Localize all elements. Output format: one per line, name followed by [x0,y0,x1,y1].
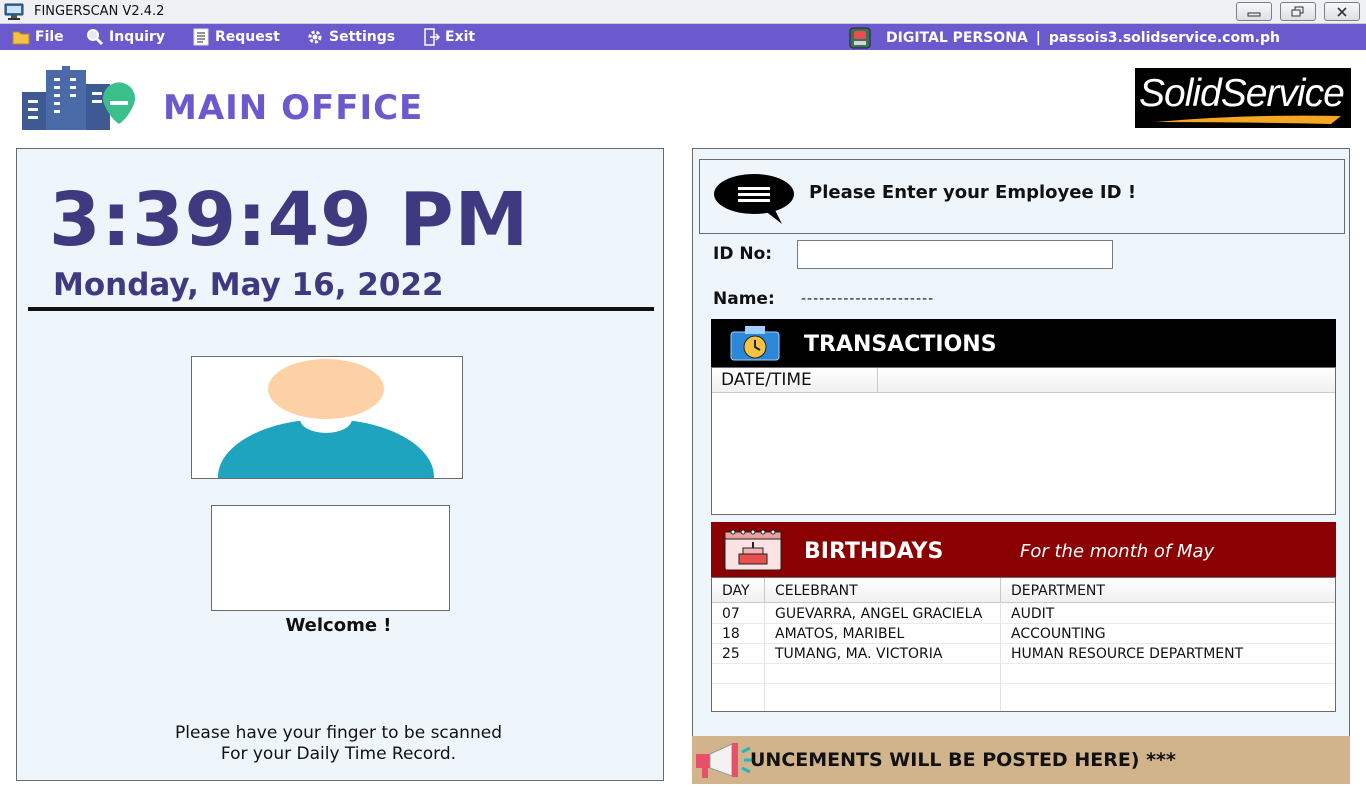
menu-file[interactable]: File [12,28,64,46]
fingerprint-scan-area [211,505,450,611]
employee-photo [191,356,463,479]
divider [28,307,654,311]
folder-icon [12,31,30,45]
column-header-department[interactable]: DEPARTMENT [1001,578,1335,603]
id-label: ID No: [713,244,773,264]
column-header-celebrant[interactable]: CELEBRANT [765,578,1001,603]
restore-icon [1291,6,1304,17]
close-button[interactable] [1324,2,1360,21]
birthdays-header: BIRTHDAYS For the month of May [711,522,1336,577]
table-row-celebrant[interactable]: GUEVARRA, ANGEL GRACIELA [765,604,1001,624]
table-row-celebrant[interactable]: AMATOS, MARIBEL [765,624,1001,644]
separator: | [1035,30,1041,46]
instruction-line-2: For your Daily Time Record. [220,744,457,764]
time-clock-icon [730,326,780,361]
menu-exit[interactable]: Exit [422,28,475,46]
menu-inquiry[interactable]: Inquiry [86,28,165,46]
column-header-filler [878,368,1335,393]
announcement-bar: UNCEMENTS WILL BE POSTED HERE) *** [692,736,1350,784]
minimize-icon [1247,12,1261,17]
table-row-day[interactable]: 07 [712,604,765,624]
table-row-celebrant[interactable]: TUMANG, MA. VICTORIA [765,644,1001,664]
megaphone-icon [696,743,754,778]
prompt-box: Please Enter your Employee ID ! [699,159,1345,234]
menu-file-label: File [35,29,64,45]
brand-swoosh-icon [1155,115,1341,124]
magnifier-icon [87,29,104,46]
column-header-day[interactable]: DAY [712,578,765,603]
name-label: Name: [713,289,775,309]
document-list-icon [193,28,209,46]
scan-instructions: Please have your finger to be scanned Fo… [17,723,660,765]
empty-cell [765,664,1001,684]
minimize-button[interactable] [1236,2,1272,21]
menu-request[interactable]: Request [192,28,280,46]
menu-bar: File Inquiry Request Settings Exit DIGIT… [0,24,1366,50]
employee-id-input[interactable] [797,240,1113,269]
menu-inquiry-label: Inquiry [109,29,165,45]
app-icon [4,3,24,20]
brand-logo: SolidService [1135,68,1351,128]
transactions-title: TRANSACTIONS [804,332,997,357]
transactions-header: TRANSACTIONS [711,319,1336,367]
device-status: DIGITAL PERSONA | passois3.solidservice.… [848,27,1280,49]
server-name: passois3.solidservice.com.ph [1048,30,1280,46]
empty-cell [1001,664,1335,684]
device-name: DIGITAL PERSONA [886,30,1028,46]
title-bar: FINGERSCAN V2.4.2 [0,0,1366,24]
empty-cell [712,684,765,711]
restore-button[interactable] [1280,2,1316,21]
birthdays-subtitle: For the month of May [1020,541,1215,562]
instruction-line-1: Please have your finger to be scanned [175,723,502,743]
birthdays-title: BIRTHDAYS [804,539,944,564]
exit-door-icon [424,28,440,46]
current-time: 3:39:49 PM [49,177,530,263]
table-row-day[interactable]: 25 [712,644,765,664]
menu-settings[interactable]: Settings [306,28,395,46]
welcome-message: Welcome ! [285,615,392,636]
column-header-datetime[interactable]: DATE/TIME [712,368,878,393]
office-title: MAIN OFFICE [163,88,424,128]
empty-cell [712,664,765,684]
table-row-day[interactable]: 18 [712,624,765,644]
prompt-text: Please Enter your Employee ID ! [809,182,1137,203]
menu-settings-label: Settings [329,29,396,45]
building-logo-icon [22,66,135,130]
user-avatar-icon [218,359,434,478]
menu-exit-label: Exit [445,29,476,45]
birthdays-table[interactable]: DAY CELEBRANT DEPARTMENT 07 GUEVARRA, AN… [711,577,1336,712]
current-date: Monday, May 16, 2022 [53,267,444,303]
brand-logo-text: SolidService [1139,72,1345,115]
chat-bubble-icon [714,174,794,224]
birthday-calendar-icon [724,529,782,571]
gear-icon [308,30,322,44]
employee-panel: Please Enter your Employee ID ! ID No: N… [692,148,1350,737]
empty-cell [1001,684,1335,711]
window-title: FINGERSCAN V2.4.2 [34,4,165,19]
clock-panel: 3:39:49 PM Monday, May 16, 2022 Welcome … [16,148,664,781]
menu-request-label: Request [215,29,280,45]
table-row-department[interactable]: AUDIT [1001,604,1335,624]
empty-cell [765,684,1001,711]
close-icon [1337,7,1347,17]
employee-name-value: ---------------------- [801,291,935,307]
fingerprint-reader-icon [849,27,871,49]
table-row-department[interactable]: HUMAN RESOURCE DEPARTMENT [1001,644,1335,664]
announcement-text: UNCEMENTS WILL BE POSTED HERE) *** [750,749,1176,771]
table-row-department[interactable]: ACCOUNTING [1001,624,1335,644]
transactions-table[interactable]: DATE/TIME [711,367,1336,515]
